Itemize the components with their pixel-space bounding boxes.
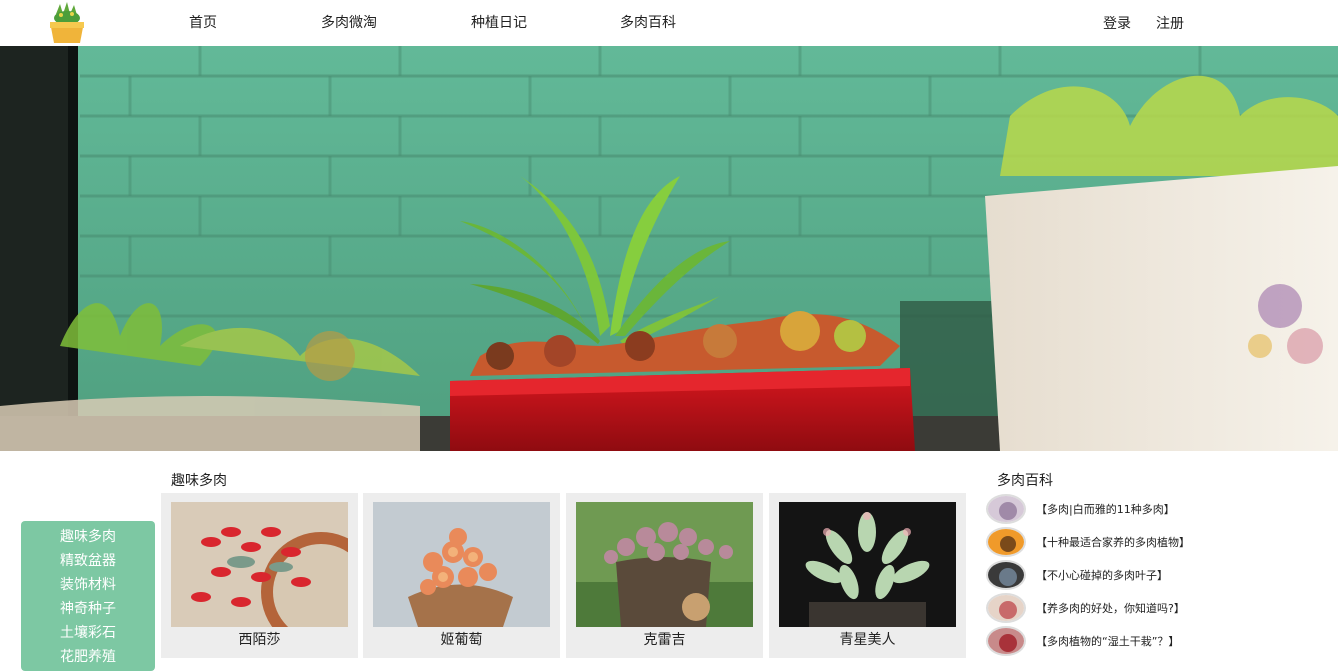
product-card[interactable]: 青星美人 [769, 493, 966, 658]
article-title: 【十种最适合家养的多肉植物】 [1036, 536, 1190, 549]
product-card[interactable]: 西陌莎 [161, 493, 358, 658]
category-item-fertilizer[interactable]: 花肥养殖 [21, 645, 155, 669]
article-title: 【养多肉的好处，你知道吗?】 [1036, 602, 1185, 615]
logo-icon[interactable] [46, 2, 88, 44]
product-name: 姬葡萄 [440, 632, 483, 648]
fun-section-title: 趣味多肉 [171, 473, 227, 489]
encyclopedia-title: 多肉百科 [997, 473, 1053, 489]
product-name: 青星美人 [839, 632, 896, 648]
top-navbar: 首页 多肉微淘 种植日记 多肉百科 登录 注册 [0, 0, 1338, 46]
register-link[interactable]: 注册 [1156, 13, 1184, 33]
article-title: 【多肉植物的“湿土干栽”？】 [1036, 635, 1180, 648]
article-thumbnail [986, 593, 1026, 623]
nav-item-shop[interactable]: 多肉微淘 [321, 12, 377, 32]
product-card[interactable]: 克雷吉 [566, 493, 763, 658]
category-item-decor[interactable]: 装饰材料 [21, 573, 155, 597]
article-thumbnail [986, 560, 1026, 590]
encyclopedia-item[interactable]: 【养多肉的好处，你知道吗?】 [986, 593, 1326, 625]
hero-banner [0, 46, 1338, 451]
banner-image [0, 46, 1338, 451]
login-link[interactable]: 登录 [1103, 13, 1131, 33]
encyclopedia-item[interactable]: 【多肉|白而雅的11种多肉】 [986, 494, 1326, 526]
nav-item-encyclopedia[interactable]: 多肉百科 [620, 12, 676, 32]
product-image [576, 502, 753, 627]
article-title: 【多肉|白而雅的11种多肉】 [1036, 503, 1175, 516]
product-card[interactable]: 姬葡萄 [363, 493, 560, 658]
article-thumbnail [986, 494, 1026, 524]
article-title: 【不小心碰掉的多肉叶子】 [1036, 569, 1168, 582]
category-item-seeds[interactable]: 神奇种子 [21, 597, 155, 621]
article-thumbnail [986, 626, 1026, 656]
encyclopedia-item[interactable]: 【多肉植物的“湿土干栽”？】 [986, 626, 1326, 658]
nav-item-diary[interactable]: 种植日记 [471, 12, 527, 32]
encyclopedia-item[interactable]: 【不小心碰掉的多肉叶子】 [986, 560, 1326, 592]
encyclopedia-item[interactable]: 【十种最适合家养的多肉植物】 [986, 527, 1326, 559]
category-item-soil[interactable]: 土壤彩石 [21, 621, 155, 645]
category-menu: 趣味多肉 精致盆器 装饰材料 神奇种子 土壤彩石 花肥养殖 [21, 521, 155, 671]
product-name: 克雷吉 [643, 632, 686, 648]
product-image [171, 502, 348, 627]
product-image [373, 502, 550, 627]
product-image [779, 502, 956, 627]
product-name: 西陌莎 [238, 632, 281, 648]
category-item-fun-succulents[interactable]: 趣味多肉 [21, 525, 155, 549]
category-item-pots[interactable]: 精致盆器 [21, 549, 155, 573]
article-thumbnail [986, 527, 1026, 557]
nav-item-home[interactable]: 首页 [189, 12, 217, 32]
